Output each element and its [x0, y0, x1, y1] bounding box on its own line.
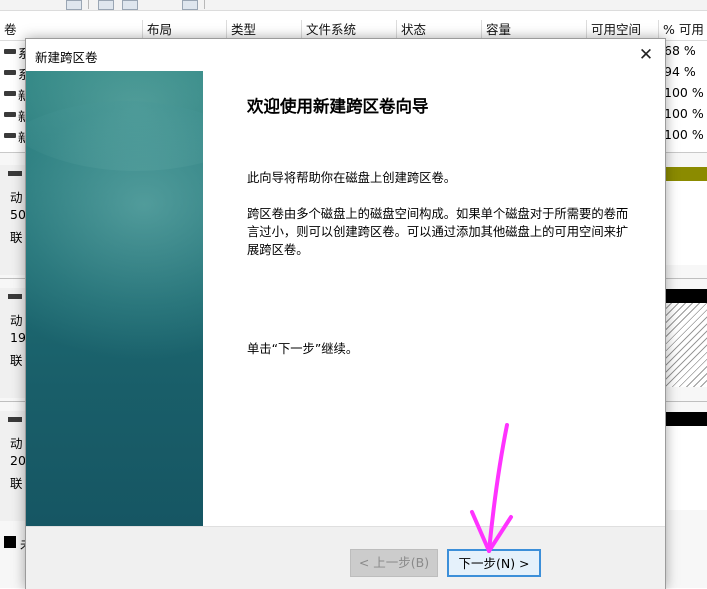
- percent-free: 100 %: [664, 127, 704, 142]
- percent-free: 100 %: [664, 85, 704, 100]
- volume-icon: [4, 49, 16, 54]
- column-header-layout[interactable]: 布局: [143, 20, 227, 40]
- disk-type: 动: [10, 436, 23, 451]
- back-button[interactable]: < 上一步(B): [350, 549, 438, 577]
- column-header-filesystem[interactable]: 文件系统: [302, 20, 397, 40]
- wizard-footer: < 上一步(B) 下一步(N) >: [26, 526, 665, 589]
- disk-icon: [8, 171, 22, 176]
- legend-swatch: [4, 536, 16, 548]
- toolbar-separator: [88, 0, 89, 9]
- toolbar: [0, 0, 707, 11]
- percent-free: 94 %: [664, 64, 696, 79]
- wizard-continue-text: 单击“下一步”继续。: [247, 342, 359, 356]
- column-header-type[interactable]: 类型: [227, 20, 302, 40]
- disk-size: 20: [10, 453, 26, 468]
- disk-type: 动: [10, 190, 23, 205]
- wizard-text-area: 欢迎使用新建跨区卷向导 此向导将帮助你在磁盘上创建跨区卷。 跨区卷由多个磁盘上的…: [203, 71, 665, 526]
- column-header-volume[interactable]: 卷: [0, 20, 143, 40]
- toolbar-separator: [204, 0, 205, 9]
- toolbar-button[interactable]: [182, 0, 198, 10]
- column-header-percent-free[interactable]: % 可用: [659, 20, 707, 40]
- partition-area[interactable]: [665, 303, 707, 387]
- column-header-free-space[interactable]: 可用空间: [587, 20, 659, 40]
- next-button[interactable]: 下一步(N) >: [447, 549, 541, 577]
- partition-bar[interactable]: [665, 289, 707, 303]
- disk-icon: [8, 417, 22, 422]
- toolbar-button[interactable]: [98, 0, 114, 10]
- dialog-titlebar[interactable]: 新建跨区卷 ✕: [26, 39, 665, 71]
- volume-icon: [4, 112, 16, 117]
- toolbar-button[interactable]: [66, 0, 82, 10]
- disk-size: 19: [10, 330, 26, 345]
- toolbar-button[interactable]: [122, 0, 138, 10]
- wizard-description-text: 跨区卷由多个磁盘上的磁盘空间构成。如果单个磁盘对于所需要的卷而言过小，则可以创建…: [247, 207, 629, 257]
- volume-icon: [4, 91, 16, 96]
- disk-size: 50: [10, 207, 26, 222]
- partition-area[interactable]: [665, 181, 707, 265]
- wizard-content: 欢迎使用新建跨区卷向导 此向导将帮助你在磁盘上创建跨区卷。 跨区卷由多个磁盘上的…: [26, 71, 665, 526]
- disk-status: 联: [10, 476, 23, 491]
- partition-area[interactable]: [665, 426, 707, 510]
- new-spanned-volume-wizard: 新建跨区卷 ✕ 欢迎使用新建跨区卷向导 此向导将帮助你在磁盘上创建跨区卷。 跨区…: [25, 38, 666, 589]
- partition-bar[interactable]: [665, 412, 707, 426]
- column-header-capacity[interactable]: 容量: [482, 20, 587, 40]
- wizard-banner-image: [26, 71, 203, 526]
- dialog-title: 新建跨区卷: [35, 50, 98, 65]
- disk-status: 联: [10, 230, 23, 245]
- volume-icon: [4, 70, 16, 75]
- banner-arc: [26, 101, 203, 361]
- disk-label[interactable]: 动 19 联: [0, 288, 26, 398]
- column-header-status[interactable]: 状态: [397, 20, 482, 40]
- disk-label[interactable]: 动 50 联: [0, 165, 26, 275]
- disk-icon: [8, 294, 22, 299]
- disk-type: 动: [10, 313, 23, 328]
- wizard-intro-text: 此向导将帮助你在磁盘上创建跨区卷。: [247, 171, 457, 185]
- percent-free: 68 %: [664, 43, 696, 58]
- percent-free: 100 %: [664, 106, 704, 121]
- volume-icon: [4, 133, 16, 138]
- partition-bar[interactable]: [665, 167, 707, 181]
- wizard-heading: 欢迎使用新建跨区卷向导: [247, 97, 429, 116]
- disk-label[interactable]: 动 20 联: [0, 411, 26, 521]
- close-icon[interactable]: ✕: [635, 44, 657, 66]
- disk-status: 联: [10, 353, 23, 368]
